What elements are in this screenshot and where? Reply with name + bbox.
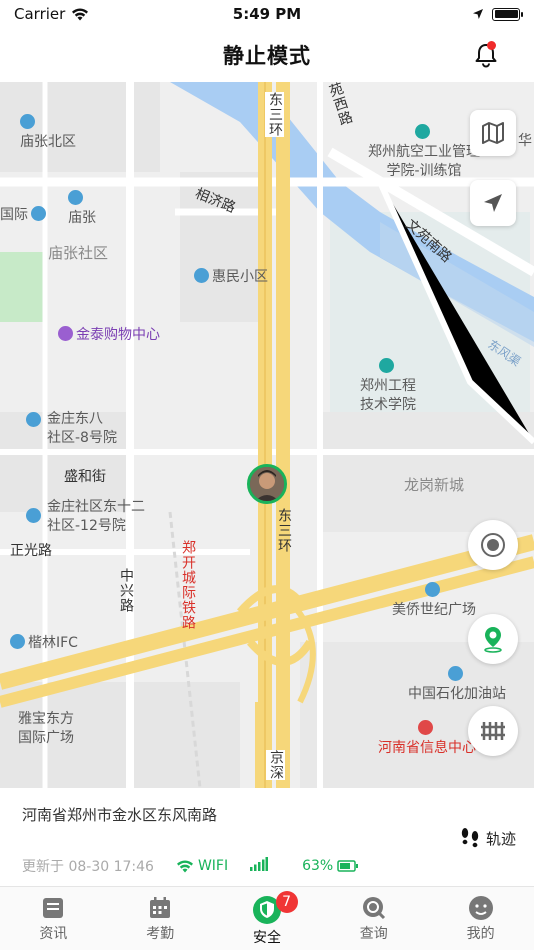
avatar-face-icon [250, 467, 284, 501]
address-text: 河南省郑州市金水区东风南路 [22, 806, 218, 824]
label-zhengkai-railway: 郑开城际铁路 [180, 540, 196, 630]
location-pin-button[interactable] [468, 614, 518, 664]
page-title: 静止模式 [223, 44, 311, 68]
label-zhengguang-rd: 正光路 [10, 543, 52, 559]
label-east-ring-mid: 东三环 [276, 508, 292, 553]
tab-label: 安全 [252, 930, 281, 946]
notification-dot [487, 41, 496, 50]
poi-yabao: 雅宝东方 国际广场 [18, 711, 74, 746]
location-arrow-icon [473, 9, 483, 19]
target-icon [481, 533, 505, 557]
search-icon [362, 897, 385, 920]
poi-aviation-college[interactable]: 郑州航空工业管理 学院-训练馆 [368, 124, 480, 181]
battery-percent: 63% [302, 858, 334, 874]
tab-news[interactable]: 资讯 [0, 887, 107, 950]
calendar-icon [150, 897, 171, 918]
poi-jinzhuang-12[interactable]: 金庄社区东十二 社区-12号院 [26, 498, 145, 536]
label-zhongxing-rd: 中兴路 [118, 568, 134, 613]
status-bar: Carrier 5:49 PM [0, 0, 534, 28]
tab-label: 我的 [466, 926, 495, 942]
tab-bar: 资讯 考勤 安全 7 查询 我的 [0, 886, 534, 950]
poi-jinzhuang-8[interactable]: 金庄东八 社区-8号院 [26, 410, 117, 448]
label-miaozhang-community: 庙张社区 [48, 244, 109, 262]
user-location-avatar[interactable] [247, 464, 287, 504]
profile-icon [468, 896, 493, 920]
tab-query[interactable]: 查询 [320, 887, 427, 950]
map-icon [482, 122, 504, 144]
fence-icon [481, 722, 505, 740]
label-shenghe-st: 盛和街 [64, 469, 106, 485]
poi-miaozhang[interactable]: 庙张 [68, 190, 96, 228]
signal-strength-icon [250, 857, 269, 871]
location-info-panel: 河南省郑州市金水区东风南路 轨迹 更新于 08-30 17:46 WIFI 63… [0, 788, 534, 886]
tab-label: 考勤 [146, 926, 175, 942]
device-status: 更新于 08-30 17:46 WIFI 63% [22, 856, 359, 876]
label-jingshen: 京深 [266, 750, 285, 780]
tab-attendance[interactable]: 考勤 [107, 887, 214, 950]
tab-label: 资讯 [39, 926, 68, 942]
map-layer-button[interactable] [470, 110, 516, 156]
map-pin-icon [484, 627, 502, 653]
label-longgang: 龙岗新城 [404, 476, 465, 494]
map-view[interactable]: 庙张北区 庙张 国际 庙张社区 金泰购物中心 惠民小区 金庄东八 社区-8号院 … [0, 82, 534, 788]
carrier-label: Carrier [14, 5, 66, 23]
wifi-icon [72, 8, 89, 20]
locate-button[interactable] [470, 180, 516, 226]
poi-zhengzhou-tech[interactable]: 郑州工程 技术学院 [360, 358, 416, 415]
tab-profile[interactable]: 我的 [427, 887, 534, 950]
network-label: WIFI [197, 858, 229, 874]
poi-huimin[interactable]: 惠民小区 [194, 268, 268, 287]
battery-icon [492, 7, 523, 21]
label-east-ring-top: 东三环 [265, 92, 284, 137]
footprints-icon [461, 828, 479, 848]
poi-miaozhang-north[interactable]: 庙张北区 [20, 114, 76, 152]
nav-bar: 静止模式 [0, 28, 534, 82]
news-icon [43, 898, 64, 918]
poi-guoji[interactable]: 国际 [0, 206, 49, 225]
device-battery-icon [337, 860, 359, 872]
tab-safety[interactable]: 安全 7 [214, 887, 321, 950]
poi-kailin-ifc[interactable]: 楷林IFC [10, 634, 78, 653]
label-hua: 华 [518, 133, 532, 149]
navigation-arrow-icon [484, 194, 502, 212]
wifi-status-icon [176, 860, 193, 872]
tab-label: 查询 [359, 926, 388, 942]
poi-meiqiao-plaza[interactable]: 美侨世纪广场 [392, 582, 476, 620]
updated-time: 更新于 08-30 17:46 [22, 859, 154, 875]
center-button[interactable] [468, 520, 518, 570]
poi-henan-info[interactable]: 河南省信息中心 [378, 720, 476, 758]
trail-label: 轨迹 [485, 829, 516, 848]
notification-badge: 7 [275, 891, 298, 913]
fence-button[interactable] [468, 706, 518, 756]
poi-sinopec[interactable]: 中国石化加油站 [408, 666, 506, 704]
trail-button[interactable]: 轨迹 [458, 826, 516, 850]
poi-jintai-mall[interactable]: 金泰购物中心 [58, 326, 160, 345]
